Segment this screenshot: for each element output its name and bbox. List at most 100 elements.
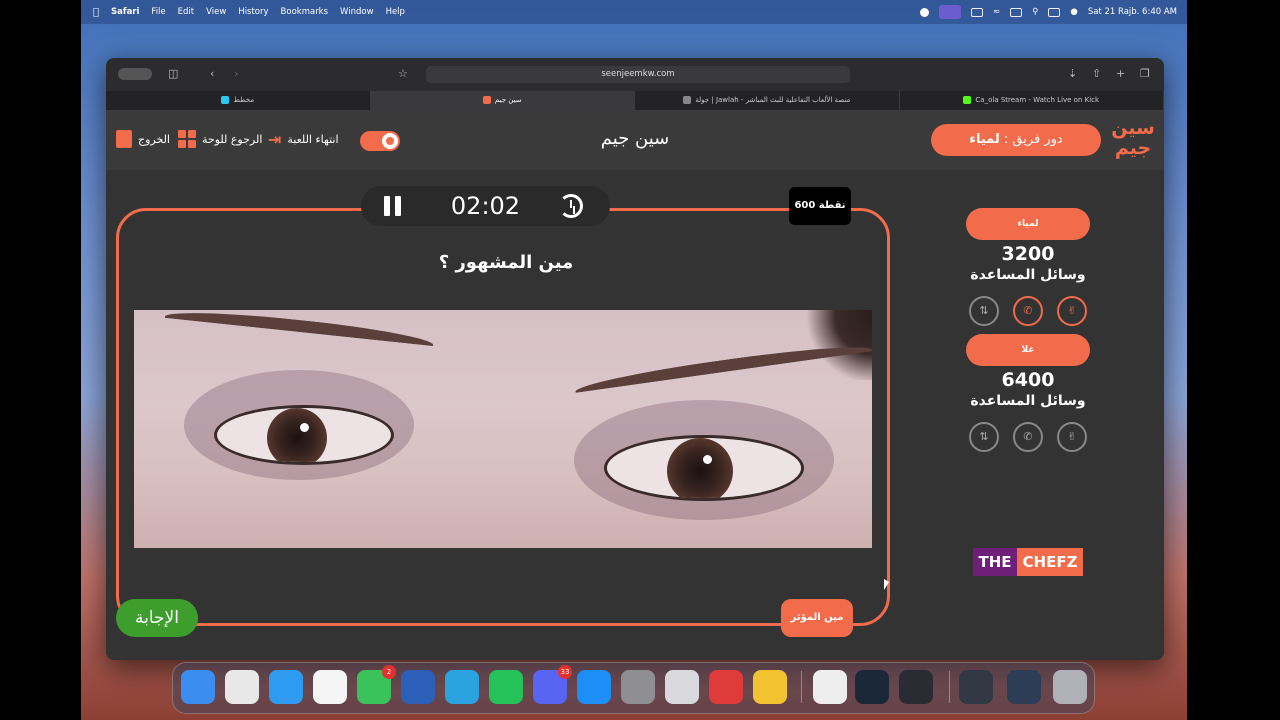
menu-view[interactable]: View: [206, 7, 226, 17]
menu-app-name[interactable]: Safari: [111, 7, 139, 17]
tab-2-active[interactable]: سين جيم: [370, 91, 635, 110]
team-1-swap-aid-icon[interactable]: ⇅: [969, 296, 999, 326]
tab-favicon: [683, 96, 692, 104]
screen:  Safari File Edit View History Bookmark…: [0, 0, 1280, 720]
control-center-icon[interactable]: [1048, 7, 1061, 17]
dock-system-settings-icon[interactable]: [621, 670, 655, 704]
dock-discord-icon[interactable]: 33: [533, 665, 572, 704]
team-2-score: 6400: [1001, 369, 1055, 391]
team-2-swap-aid-icon[interactable]: ⇅: [969, 422, 999, 452]
forward-chevron-icon[interactable]: ›: [234, 67, 238, 80]
turn-prefix: دور فريق :: [999, 132, 1063, 147]
reset-timer-icon[interactable]: [559, 194, 583, 218]
menu-extras: ≈ ⚲ ● Sat 21 Rajb. 6:40 AM: [920, 0, 1177, 24]
apple-menu-icon[interactable]: : [93, 7, 99, 18]
address-bar[interactable]: seenjeemkw.com: [426, 66, 850, 83]
tab-label: جولة | Jawlah - منصة الألعاب التفاعلية ل…: [695, 96, 851, 104]
dock-word-icon[interactable]: [401, 670, 435, 704]
screen-record-icon[interactable]: [939, 5, 962, 19]
tab-4[interactable]: Ca_ola Stream - Watch Live on Kick: [900, 91, 1164, 110]
dock-iphone-mirroring-icon[interactable]: [665, 670, 699, 704]
sidebar-toggle-icon[interactable]: ◫: [168, 67, 178, 80]
tab-1[interactable]: مخطط: [106, 91, 371, 110]
sponsor-part-1: THE: [973, 548, 1017, 576]
tab-favicon: [221, 96, 230, 104]
menu-file[interactable]: File: [151, 7, 165, 17]
team-1-name: لمياء: [966, 208, 1090, 240]
dock-trash-icon[interactable]: [1053, 670, 1087, 704]
tab-label: Ca_ola Stream - Watch Live on Kick: [975, 96, 1100, 104]
sponsor-logo: THE CHEFZ: [973, 548, 1083, 576]
window-controls[interactable]: [118, 68, 152, 80]
spotlight-search-icon[interactable]: ⚲: [1032, 7, 1038, 17]
team-2-aids-label: وسائل المساعدة: [970, 393, 1086, 409]
back-chevron-icon[interactable]: ‹: [210, 67, 214, 80]
left-letterbox: [0, 0, 81, 720]
image-brow-left: [163, 310, 435, 357]
wifi-icon[interactable]: ≈: [993, 7, 1000, 17]
team-1-call-aid-icon[interactable]: ✆: [1013, 296, 1043, 326]
dock-finder-icon[interactable]: [181, 670, 215, 704]
menu-history[interactable]: History: [238, 7, 268, 17]
image-hair-region: [802, 310, 872, 380]
tab-overview-icon[interactable]: ❐: [1140, 67, 1150, 80]
dock-launchpad-icon[interactable]: [225, 670, 259, 704]
mouse-cursor-icon: [884, 579, 889, 590]
dock-parallels-icon[interactable]: [709, 670, 743, 704]
new-tab-icon[interactable]: +: [1116, 67, 1125, 80]
menu-bar:  Safari File Edit View History Bookmark…: [81, 0, 1187, 24]
team-2-double-aid-icon[interactable]: ✌: [1057, 422, 1087, 452]
menu-edit[interactable]: Edit: [178, 7, 194, 17]
dock-whatsapp-icon[interactable]: [489, 670, 523, 704]
sponsor-part-2: CHEFZ: [1017, 548, 1083, 576]
dock-steam-icon[interactable]: [855, 670, 889, 704]
influencer-button[interactable]: مين المؤثر: [781, 599, 853, 637]
downloads-icon[interactable]: ⇣: [1068, 67, 1077, 80]
dock-app-store-icon[interactable]: [577, 670, 611, 704]
tab-favicon: [482, 96, 491, 104]
dock-separator: [949, 671, 950, 703]
menu-window[interactable]: Window: [340, 7, 374, 17]
answer-button[interactable]: الإجابة: [116, 599, 198, 637]
notification-badge: 33: [558, 665, 572, 679]
dock-vpn-icon[interactable]: [813, 670, 847, 704]
notification-badge: 2: [382, 665, 396, 679]
dock-chrome-icon[interactable]: [753, 670, 787, 704]
input-source-icon[interactable]: [1010, 7, 1023, 17]
team-2-name: علا: [966, 334, 1090, 366]
turn-team-name: لمياء: [969, 132, 1000, 147]
dock-facetime-icon[interactable]: 2: [357, 665, 396, 704]
dock-photos-icon[interactable]: [313, 670, 347, 704]
menu-help[interactable]: Help: [386, 7, 405, 17]
dock-recent-window-1-icon[interactable]: [959, 670, 993, 704]
timer-bar: 02:02: [361, 186, 610, 226]
dock-obs-icon[interactable]: [899, 670, 933, 704]
tab-label: سين جيم: [494, 96, 522, 104]
bookmark-star-icon[interactable]: ☆: [398, 67, 408, 80]
team-1-score: 3200: [1001, 243, 1055, 265]
dock-recent-window-2-icon[interactable]: [1007, 670, 1041, 704]
game-board: 02:02 600 نقطة مين المشهور ؟ الإجابة مين: [106, 170, 1164, 660]
team-1-aids-label: وسائل المساعدة: [970, 267, 1086, 283]
image-eye-left: [214, 405, 394, 465]
seenjeem-logo[interactable]: سين جيم: [1109, 118, 1157, 164]
siri-icon[interactable]: ●: [1070, 7, 1077, 17]
dock: 2 33: [172, 662, 1095, 714]
tab-3[interactable]: جولة | Jawlah - منصة الألعاب التفاعلية ل…: [635, 91, 900, 110]
game-header: الخروج الرجوع للوحة ⇥ انتهاء اللعبة سين …: [106, 110, 1164, 170]
share-icon[interactable]: ⇧: [1092, 67, 1101, 80]
image-iris-right: [667, 438, 733, 498]
points-badge: 600 نقطة: [789, 187, 851, 225]
tab-bar: مخطط سين جيم جولة | Jawlah - منصة الألعا…: [106, 91, 1164, 110]
menu-clock[interactable]: Sat 21 Rajb. 6:40 AM: [1088, 7, 1177, 17]
team-1-double-aid-icon[interactable]: ✌: [1057, 296, 1087, 326]
dock-safari-icon[interactable]: [269, 670, 303, 704]
right-letterbox: [1187, 0, 1280, 720]
battery-icon[interactable]: [971, 7, 984, 17]
menu-bookmarks[interactable]: Bookmarks: [281, 7, 329, 17]
safari-window: ◫ ‹ › ☆ seenjeemkw.com ⇣ ⇧ + ❐ مخطط سين …: [106, 58, 1164, 660]
dock-telegram-icon[interactable]: [445, 670, 479, 704]
team-turn-badge: دور فريق : لمياء: [931, 124, 1101, 156]
status-circle-icon[interactable]: [920, 7, 930, 17]
team-2-call-aid-icon[interactable]: ✆: [1013, 422, 1043, 452]
